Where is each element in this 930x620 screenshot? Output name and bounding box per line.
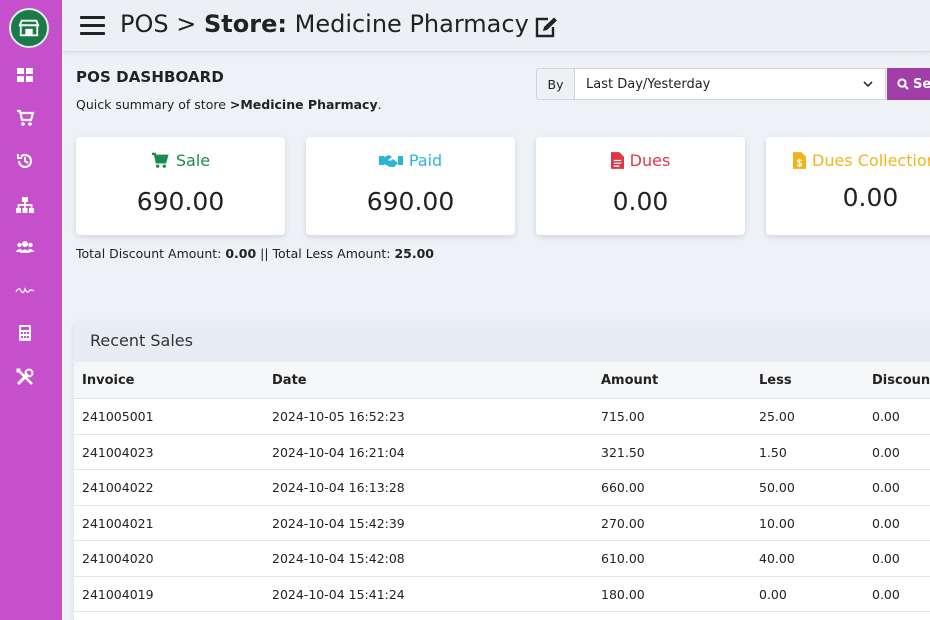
calculator-icon[interactable] xyxy=(12,322,38,344)
invoice-cell: 241004022 xyxy=(82,480,154,495)
less-cell: 1.50 xyxy=(759,444,787,460)
tools-icon[interactable] xyxy=(12,366,38,388)
less-cell: 25.00 xyxy=(759,409,795,424)
discount-cell: 0.00 xyxy=(872,409,900,424)
paid-value: 690.00 xyxy=(366,187,455,216)
invoice-cell: 241005001 xyxy=(82,409,154,424)
search-button-label: Se xyxy=(913,76,930,92)
dues-collection-value: 0.00 xyxy=(842,183,899,212)
table-row[interactable]: 241004022 2024-10-04 16:13:28 660.00 50.00 0… xyxy=(74,470,930,506)
date-cell: 2024-10-04 15:41:24 xyxy=(272,586,405,602)
store-label: Store: xyxy=(204,10,287,38)
handshake-icon xyxy=(378,154,403,167)
subtitle-store: >Medicine Pharmacy xyxy=(229,97,378,112)
col-discount[interactable]: Discoun xyxy=(872,373,930,388)
subtitle-prefix: Quick summary of store xyxy=(76,97,230,112)
discount-summary: Total Discount Amount: 0.00 || Total Les… xyxy=(76,246,434,261)
users-icon[interactable] xyxy=(12,236,38,258)
dues-collection-card: Dues Collection 0.00 xyxy=(766,137,930,235)
table-row[interactable]: 241004021 2024-10-04 15:42:39 270.00 10.00 0… xyxy=(74,506,930,541)
col-date[interactable]: Date xyxy=(272,373,307,388)
recent-sales-panel: Recent Sales Invoice Date Amount Less Di… xyxy=(74,322,930,620)
dues-value: 0.00 xyxy=(612,187,669,216)
discount-cell: 0.00 xyxy=(872,480,900,495)
amount-cell: 660.00 xyxy=(601,480,645,495)
paid-label: Paid xyxy=(408,151,443,170)
date-cell: 2024-10-04 16:21:04 xyxy=(272,444,405,460)
less-cell: 10.00 xyxy=(759,515,795,531)
recent-sales-title: Recent Sales xyxy=(90,331,193,350)
sale-value: 690.00 xyxy=(136,187,225,216)
amount-cell: 715.00 xyxy=(601,409,645,424)
breadcrumb-separator: > xyxy=(176,10,197,38)
invoice-cell: 241004021 xyxy=(82,515,154,531)
cart-icon[interactable] xyxy=(12,107,38,129)
date-cell: 2024-10-04 15:42:08 xyxy=(272,551,405,566)
table-row[interactable]: 241004019 2024-10-04 15:41:24 180.00 0.00 0.… xyxy=(74,577,930,612)
sitemap-icon[interactable] xyxy=(12,194,38,216)
period-selected-value: Last Day/Yesterday xyxy=(586,76,711,92)
summary-separator: || xyxy=(256,246,273,261)
dues-card: Dues 0.00 xyxy=(536,137,745,235)
paid-card: Paid 690.00 xyxy=(306,137,515,235)
table-row[interactable]: 241004023 2024-10-04 16:21:04 321.50 1.50 0.… xyxy=(74,435,930,470)
table-row[interactable]: 241005001 2024-10-05 16:52:23 715.00 25.00 0… xyxy=(74,399,930,435)
date-cell: 2024-10-04 16:13:28 xyxy=(272,480,405,495)
sidebar xyxy=(0,0,62,620)
amount-cell: 321.50 xyxy=(601,444,645,460)
invoice-cell: 241004019 xyxy=(82,586,154,602)
period-select[interactable]: Last Day/Yesterday xyxy=(574,68,886,100)
search-button[interactable]: Se xyxy=(887,68,930,100)
recent-sales-header: Recent Sales xyxy=(74,322,930,362)
by-label: By xyxy=(536,68,574,100)
less-cell: 50.00 xyxy=(759,480,795,495)
col-amount[interactable]: Amount xyxy=(601,373,658,388)
store-logo-icon[interactable] xyxy=(9,8,49,48)
table-row[interactable] xyxy=(74,612,930,620)
store-name: Medicine Pharmacy xyxy=(294,10,529,38)
amount-cell: 180.00 xyxy=(601,586,645,602)
discount-cell: 0.00 xyxy=(872,444,900,460)
sale-label: Sale xyxy=(175,151,211,170)
less-value: 25.00 xyxy=(394,246,434,261)
search-icon xyxy=(897,78,909,90)
amount-cell: 610.00 xyxy=(601,551,645,566)
dashboard-icon[interactable] xyxy=(12,64,38,86)
less-label: Total Less Amount: xyxy=(272,246,395,261)
discount-value: 0.00 xyxy=(225,246,257,261)
file-dollar-icon xyxy=(793,152,806,169)
chevron-down-icon xyxy=(863,81,873,88)
top-header: POS > Store: Medicine Pharmacy xyxy=(62,0,930,52)
history-icon[interactable] xyxy=(12,150,38,172)
discount-cell: 0.00 xyxy=(872,515,900,531)
dues-collection-label: Dues Collection xyxy=(812,151,930,170)
invoice-cell: 241004020 xyxy=(82,551,154,566)
sale-card: Sale 690.00 xyxy=(76,137,285,235)
date-cell: 2024-10-04 15:42:39 xyxy=(272,515,405,531)
page-title: POS > Store: Medicine Pharmacy xyxy=(120,10,529,38)
invoice-cell: 241004023 xyxy=(82,444,154,460)
cart-icon xyxy=(151,152,169,168)
discount-cell: 0.00 xyxy=(872,551,900,566)
discount-label: Total Discount Amount: xyxy=(76,246,226,261)
dues-label: Dues xyxy=(629,151,671,170)
table-row[interactable]: 241004020 2024-10-04 15:42:08 610.00 40.00 0… xyxy=(74,541,930,577)
less-cell: 40.00 xyxy=(759,551,795,566)
hamburger-menu-icon[interactable] xyxy=(80,14,106,38)
edit-icon[interactable] xyxy=(534,16,558,38)
dashboard-subtitle: Quick summary of store >Medicine Pharmac… xyxy=(76,97,382,112)
dashboard-title: POS DASHBOARD xyxy=(76,68,224,86)
discount-cell: 0.00 xyxy=(872,586,900,602)
less-cell: 0.00 xyxy=(759,586,787,602)
signature-icon[interactable] xyxy=(12,279,38,301)
subtitle-suffix: . xyxy=(377,97,382,112)
table-header: Invoice Date Amount Less Discoun xyxy=(74,362,930,399)
col-invoice[interactable]: Invoice xyxy=(82,373,134,388)
amount-cell: 270.00 xyxy=(601,515,645,531)
col-less[interactable]: Less xyxy=(759,373,792,388)
file-icon xyxy=(610,152,624,169)
date-cell: 2024-10-05 16:52:23 xyxy=(272,409,405,424)
breadcrumb-pos[interactable]: POS xyxy=(120,10,169,38)
